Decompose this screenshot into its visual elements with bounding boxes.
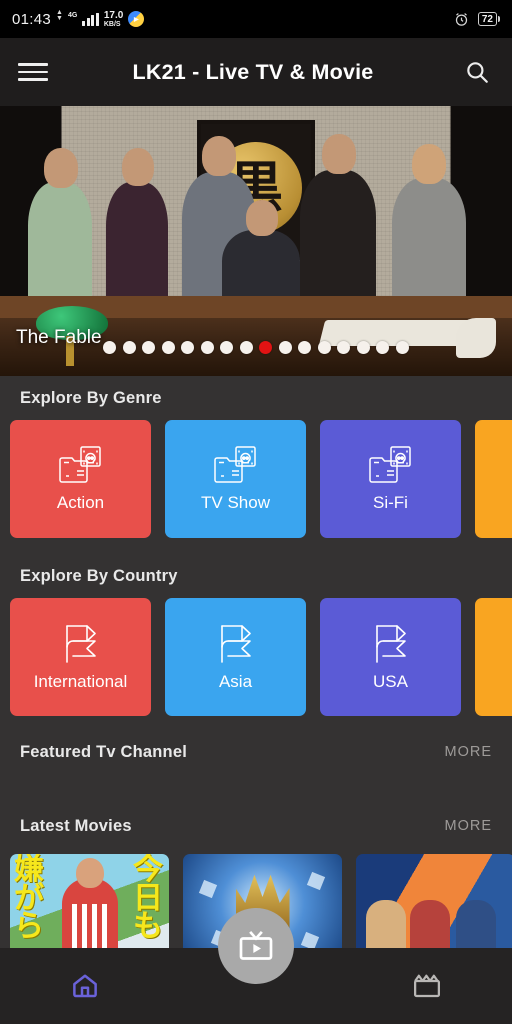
flag-icon xyxy=(368,622,414,666)
carousel-dot[interactable] xyxy=(278,341,292,354)
category-card-label: USA xyxy=(373,672,408,691)
section-header-latest-movies: Latest Movies MORE xyxy=(0,804,512,848)
search-icon[interactable] xyxy=(460,55,494,89)
network-speed-unit: KB/S xyxy=(103,20,121,28)
category-card-label: Asia xyxy=(218,672,253,691)
carousel-dot[interactable] xyxy=(161,341,175,354)
carousel-dot[interactable] xyxy=(317,341,331,354)
carousel-dots[interactable] xyxy=(0,341,512,354)
section-title: Explore By Genre xyxy=(20,388,162,407)
flag-icon xyxy=(58,622,104,666)
status-bar: 01:43 ▲ ▼ 4G 17.0 KB/S ▶ 72 xyxy=(0,0,512,38)
category-card[interactable] xyxy=(475,598,512,716)
more-link-latest-movies[interactable]: MORE xyxy=(445,818,493,834)
app-root: 01:43 ▲ ▼ 4G 17.0 KB/S ▶ 72 LK21 - Live … xyxy=(0,0,512,1024)
country-card-list[interactable]: International Asia USA xyxy=(0,598,512,716)
folder-skull-icon xyxy=(213,445,259,487)
battery-indicator: 72 xyxy=(477,12,500,26)
category-card[interactable]: A xyxy=(475,420,512,538)
carousel-dot[interactable] xyxy=(122,341,136,354)
main-content: Explore By Genre Action TV Show Si-Fi A Exp… xyxy=(0,376,512,948)
carousel-dot[interactable] xyxy=(220,341,234,354)
nav-item-home[interactable] xyxy=(0,971,171,1001)
category-card[interactable]: USA xyxy=(320,598,461,716)
network-type-label: 4G xyxy=(67,11,78,19)
carousel-dot[interactable] xyxy=(337,341,351,354)
section-header-genre: Explore By Genre xyxy=(0,376,512,420)
carousel-dot[interactable] xyxy=(259,341,273,354)
carousel-dot[interactable] xyxy=(239,341,253,354)
carousel-dot[interactable] xyxy=(356,341,370,354)
section-title: Featured Tv Channel xyxy=(20,742,187,761)
tv-play-icon[interactable] xyxy=(218,908,294,984)
network-speed: 17.0 KB/S xyxy=(103,9,124,28)
carousel-dot[interactable] xyxy=(395,341,409,354)
data-transfer-arrows-icon: ▲ ▼ xyxy=(56,9,63,22)
category-card-label: Si-Fi xyxy=(373,493,408,512)
carousel-dot[interactable] xyxy=(376,341,390,354)
movie-poster[interactable] xyxy=(356,854,512,948)
carousel-dot[interactable] xyxy=(200,341,214,354)
category-card[interactable]: Si-Fi xyxy=(320,420,461,538)
category-card-label: TV Show xyxy=(201,493,270,512)
flag-icon xyxy=(213,622,259,666)
carousel-dot[interactable] xyxy=(298,341,312,354)
hamburger-menu-icon[interactable] xyxy=(18,56,50,88)
section-header-country: Explore By Country xyxy=(0,554,512,598)
category-card[interactable]: TV Show xyxy=(165,420,306,538)
battery-level: 72 xyxy=(477,12,497,26)
carousel-dot[interactable] xyxy=(142,341,156,354)
app-bar: LK21 - Live TV & Movie xyxy=(0,38,512,106)
status-bar-right: 72 xyxy=(454,12,500,27)
carousel-dot[interactable] xyxy=(103,341,117,354)
more-link-featured-tv[interactable]: MORE xyxy=(445,744,493,760)
status-clock: 01:43 xyxy=(12,10,52,28)
status-bar-left: 01:43 ▲ ▼ 4G 17.0 KB/S ▶ xyxy=(12,9,145,28)
nav-item-movies[interactable] xyxy=(341,971,512,1001)
carousel-dot[interactable] xyxy=(181,341,195,354)
category-card-label: Action xyxy=(56,493,105,512)
section-title: Explore By Country xyxy=(20,566,178,585)
play-store-icon: ▶ xyxy=(128,11,145,27)
category-card-label: International xyxy=(33,672,128,691)
signal-strength-icon xyxy=(82,12,99,26)
featured-tv-empty-list xyxy=(0,774,512,796)
category-card[interactable]: International xyxy=(10,598,151,716)
page-title: LK21 - Live TV & Movie xyxy=(132,59,374,84)
category-card[interactable]: Asia xyxy=(165,598,306,716)
genre-card-list[interactable]: Action TV Show Si-Fi A xyxy=(0,420,512,538)
network-speed-value: 17.0 xyxy=(103,9,124,21)
folder-skull-icon xyxy=(58,445,104,487)
movie-poster[interactable]: 嫌がら今日も xyxy=(10,854,169,948)
category-card[interactable]: Action xyxy=(10,420,151,538)
folder-skull-icon xyxy=(368,445,414,487)
featured-carousel[interactable]: 黒 The Fable xyxy=(0,106,512,376)
alarm-clock-icon xyxy=(454,12,469,27)
battery-nub xyxy=(498,16,500,22)
section-title: Latest Movies xyxy=(20,816,132,835)
section-header-featured-tv: Featured Tv Channel MORE xyxy=(0,730,512,774)
